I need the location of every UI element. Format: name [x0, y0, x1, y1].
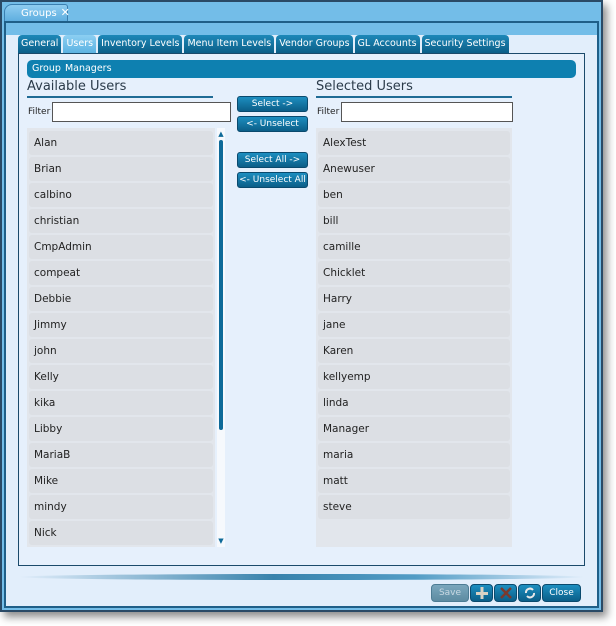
plus-icon — [475, 587, 488, 599]
tab-inventory-levels[interactable]: Inventory Levels — [98, 35, 183, 53]
list-item[interactable]: AlexTest — [318, 131, 510, 155]
available-filter-input[interactable] — [52, 102, 231, 122]
refresh-icon — [524, 587, 535, 599]
select-button[interactable]: Select -> — [237, 96, 308, 112]
close-icon[interactable]: ✕ — [61, 6, 70, 19]
list-item[interactable]: steve — [318, 495, 510, 519]
selected-filter-input[interactable] — [341, 102, 513, 122]
list-item[interactable]: kellyemp — [318, 365, 510, 389]
list-item[interactable]: Harry — [318, 287, 510, 311]
tab-bar: General Users Inventory Levels Menu Item… — [18, 35, 509, 53]
tab-strip-background — [6, 23, 597, 35]
selected-users-title: Selected Users — [316, 78, 512, 98]
list-item[interactable]: Mike — [29, 469, 213, 493]
list-item[interactable]: mindy — [29, 495, 213, 519]
list-item[interactable]: Nick — [29, 521, 213, 545]
add-button[interactable] — [470, 584, 493, 602]
unselect-all-button[interactable]: <- Unselect All — [237, 172, 308, 188]
selected-users-list: AlexTest Anewuser ben bill camille Chicklet Ha… — [316, 128, 512, 547]
list-item[interactable]: compeat — [29, 261, 213, 285]
window-tab-title: Groups — [21, 8, 57, 19]
delete-button[interactable] — [494, 584, 517, 602]
tab-gl-accounts[interactable]: GL Accounts — [354, 35, 420, 53]
list-item[interactable]: Karen — [318, 339, 510, 363]
close-button[interactable]: Close — [542, 584, 581, 602]
list-item[interactable]: Kelly — [29, 365, 213, 389]
tab-vendor-groups[interactable]: Vendor Groups — [276, 35, 353, 53]
refresh-button[interactable] — [518, 584, 541, 602]
available-users-list: Alan Brian calbino christian CmpAdmin compeat… — [27, 128, 215, 547]
tab-general[interactable]: General — [18, 35, 62, 53]
list-item[interactable]: john — [29, 339, 213, 363]
users-panel: Group Managers Available Users Filter Ala… — [18, 53, 585, 566]
group-label: Group — [32, 63, 61, 74]
scroll-thumb[interactable] — [219, 140, 223, 430]
save-button[interactable]: Save — [431, 584, 469, 602]
list-item[interactable]: calbino — [29, 183, 213, 207]
list-item[interactable]: ben — [318, 183, 510, 207]
list-item[interactable]: Chicklet — [318, 261, 510, 285]
list-item[interactable]: Brian — [29, 157, 213, 181]
group-header: Group Managers — [27, 60, 576, 78]
available-scrollbar[interactable]: ▲ ▼ — [217, 128, 225, 547]
list-item[interactable]: christian — [29, 209, 213, 233]
window-body: General Users Inventory Levels Menu Item… — [4, 21, 599, 608]
list-item[interactable]: MariaB — [29, 443, 213, 467]
list-item[interactable]: jane — [318, 313, 510, 337]
groups-window: Groups ✕ General Users Inventory Levels M… — [0, 0, 603, 612]
list-item[interactable]: Libby — [29, 417, 213, 441]
list-item[interactable]: bill — [318, 209, 510, 233]
window-tab-groups[interactable]: Groups ✕ — [4, 4, 70, 21]
unselect-button[interactable]: <- Unselect — [237, 116, 308, 132]
list-item[interactable]: kika — [29, 391, 213, 415]
list-item[interactable]: linda — [318, 391, 510, 415]
selected-filter-label: Filter — [317, 107, 340, 117]
x-icon — [499, 587, 512, 599]
scroll-down-arrow-icon[interactable]: ▼ — [217, 537, 225, 545]
select-all-button[interactable]: Select All -> — [237, 152, 308, 168]
list-item[interactable]: Anewuser — [318, 157, 510, 181]
list-item[interactable]: Debbie — [29, 287, 213, 311]
list-item[interactable]: camille — [318, 235, 510, 259]
list-item[interactable]: maria — [318, 443, 510, 467]
tab-security-settings[interactable]: Security Settings — [421, 35, 509, 53]
scroll-up-arrow-icon[interactable]: ▲ — [217, 130, 225, 138]
list-item[interactable]: matt — [318, 469, 510, 493]
tab-menu-item-levels[interactable]: Menu Item Levels — [184, 35, 275, 53]
group-value: Managers — [64, 63, 112, 74]
footer-divider — [18, 574, 585, 580]
list-item[interactable]: Alan — [29, 131, 213, 155]
list-item[interactable]: CmpAdmin — [29, 235, 213, 259]
list-item[interactable]: Manager — [318, 417, 510, 441]
available-filter-label: Filter — [28, 107, 51, 117]
list-item[interactable]: Jimmy — [29, 313, 213, 337]
available-users-title: Available Users — [27, 78, 213, 98]
tab-users[interactable]: Users — [63, 35, 97, 53]
